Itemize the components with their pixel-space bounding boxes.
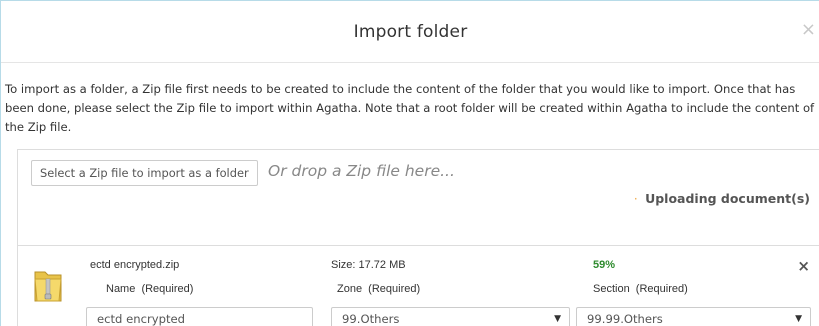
- upload-panel: Select a Zip file to import as a folder …: [17, 149, 819, 326]
- section-select-value: 99.99.Others: [587, 312, 663, 326]
- section-label: Section (Required): [593, 283, 688, 295]
- section-select[interactable]: 99.99.Others ▼: [576, 307, 811, 326]
- zone-select[interactable]: 99.Others ▼: [331, 307, 570, 326]
- name-label: Name (Required): [106, 283, 194, 295]
- zone-select-value: 99.Others: [342, 312, 400, 326]
- import-folder-dialog: Import folder × To import as a folder, a…: [0, 0, 819, 326]
- remove-file-icon[interactable]: ×: [797, 257, 810, 275]
- dialog-title: Import folder: [353, 22, 468, 42]
- file-row: ectd encrypted.zip Size: 17.72 MB 59% × …: [18, 246, 819, 326]
- file-size: Size: 17.72 MB: [331, 259, 406, 271]
- zip-folder-icon: [34, 271, 62, 302]
- zone-label: Zone (Required): [337, 283, 421, 295]
- upload-status: · Uploading document(s): [634, 191, 810, 206]
- close-icon[interactable]: ×: [801, 21, 816, 39]
- select-zip-button[interactable]: Select a Zip file to import as a folder: [31, 160, 258, 186]
- file-name: ectd encrypted.zip: [90, 259, 180, 271]
- chevron-down-icon: ▼: [795, 314, 802, 324]
- chevron-down-icon: ▼: [554, 314, 561, 324]
- upload-status-text: Uploading document(s): [645, 191, 810, 206]
- status-bullet: ·: [633, 191, 638, 206]
- name-input[interactable]: ectd encrypted: [86, 307, 313, 326]
- dialog-header: Import folder ×: [1, 1, 819, 63]
- intro-text: To import as a folder, a Zip file first …: [5, 82, 815, 134]
- upload-progress: 59%: [593, 259, 616, 271]
- drop-zone-text[interactable]: Or drop a Zip file here...: [268, 162, 455, 180]
